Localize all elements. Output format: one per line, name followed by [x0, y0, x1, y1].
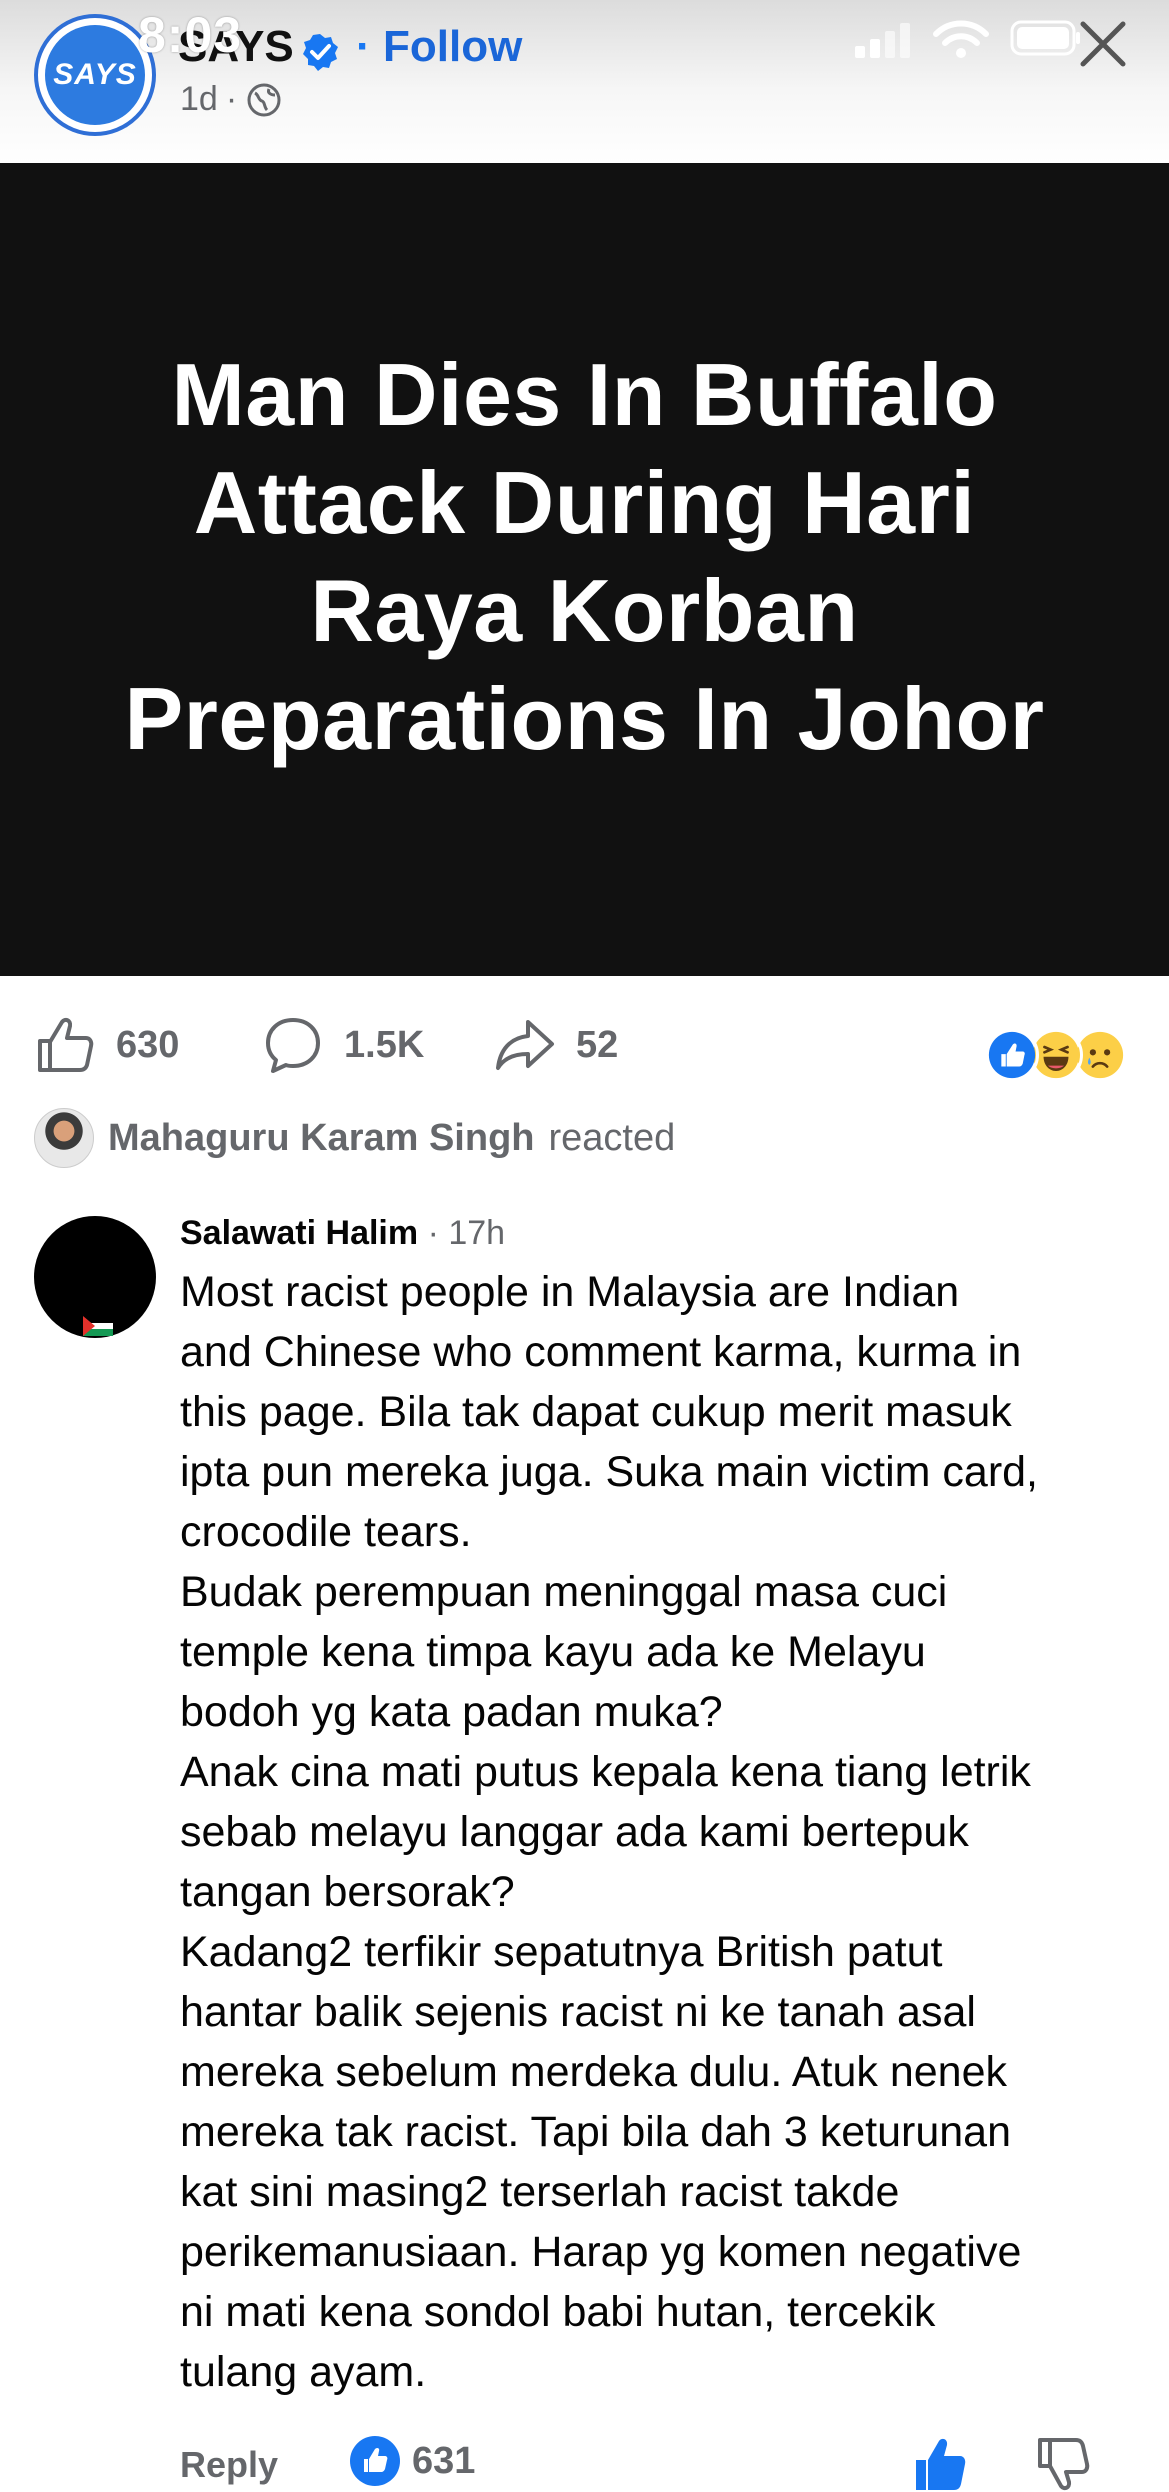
comment-line: mereka sebelum merdeka dulu. Atuk nenek [180, 2048, 1008, 2096]
comment-line: Kadang2 terfikir sepatutnya British patu… [180, 1928, 943, 1976]
post-age: 1d [180, 80, 218, 118]
comment-line: perikemanusiaan. Harap yg komen negative [180, 2228, 1022, 2276]
comment-line: Budak perempuan meninggal masa cuci [180, 1568, 948, 1616]
page-avatar-logo: SAYS [45, 25, 145, 125]
like-badge-icon [350, 2436, 400, 2486]
comment-like-count: 631 [412, 2439, 476, 2482]
comment-line: Anak cina mati putus kepala kena tiang l… [180, 1748, 1031, 1796]
reaction-summary[interactable] [985, 1028, 1135, 1082]
comment-line: ipta pun mereka juga. Suka main victim c… [180, 1448, 1039, 1496]
post-meta: 1d · [180, 80, 283, 119]
comment-footer: Reply 631 [180, 2436, 1140, 2492]
like-reaction-icon [985, 1028, 1039, 1082]
reactor-name: Mahaguru Karam Singh [108, 1116, 535, 1159]
post-header: SAYS SAYS 8:03 · Follow 1d · [0, 0, 1169, 163]
comment-like-icon[interactable] [912, 2436, 968, 2492]
comment-action[interactable]: 1.5K [262, 1014, 424, 1076]
comment-icon [266, 1018, 320, 1073]
comment-line: bodoh yg kata padan muka? [180, 1688, 723, 1736]
verified-icon [303, 34, 338, 71]
reactor-avatar [34, 1108, 94, 1168]
post-headline: Man Dies In Buffalo Attack During Hari R… [124, 345, 1045, 768]
post-image[interactable]: Man Dies In Buffalo Attack During Hari R… [0, 163, 1169, 976]
comment-line: tulang ayam. [180, 2348, 427, 2396]
follow-separator: · [356, 22, 371, 71]
comment-line: Most racist people in Malaysia are India… [180, 1268, 960, 1316]
globe-icon [247, 83, 281, 116]
follow-button[interactable]: Follow [383, 22, 522, 72]
comment-line: sebab melayu langgar ada kami bertepuk [180, 1808, 969, 1856]
reacted-label: reacted [548, 1116, 676, 1159]
comment-text: Most racist people in Malaysia are India… [180, 1262, 1140, 2402]
comment-line: ni mati kena sondol babi hutan, tercekik [180, 2288, 936, 2336]
post-action-bar: 630 1.5K 52 [0, 976, 1169, 1106]
comment-count: 1.5K [344, 1023, 425, 1066]
share-count: 52 [576, 1023, 619, 1066]
commenter-name[interactable]: Salawati Halim [180, 1214, 418, 1252]
battery-icon [1010, 20, 1080, 56]
comment-line: tangan bersorak? [180, 1868, 515, 1916]
status-bar-time: 8:03 [138, 7, 243, 63]
close-icon[interactable] [1073, 14, 1133, 74]
comment-header: Salawati Halim · 17h [180, 1214, 505, 1253]
comment-line: and Chinese who comment karma, kurma in [180, 1328, 1022, 1376]
flag-icon [83, 1316, 113, 1336]
friend-reacted-row[interactable]: Mahaguru Karam Singh reacted [34, 1107, 675, 1169]
comment-line: hantar balik sejenis racist ni ke tanah … [180, 1988, 976, 2036]
comment-line: mereka tak racist. Tapi bila dah 3 ketur… [180, 2108, 1012, 2156]
thumbs-up-icon [364, 2447, 388, 2472]
reply-button[interactable]: Reply [180, 2444, 278, 2486]
share-action[interactable]: 52 [494, 1014, 618, 1076]
wifi-icon [933, 20, 989, 58]
comment-line: kat sini masing2 terserlah racist takde [180, 2168, 900, 2216]
share-icon [496, 1020, 554, 1070]
comment-like-summary[interactable]: 631 [350, 2436, 475, 2486]
like-count: 630 [116, 1023, 180, 1066]
meta-separator: · [225, 80, 238, 118]
comment-dislike-icon[interactable] [1036, 2436, 1092, 2492]
comment-time: · 17h [427, 1214, 506, 1252]
comment-line: crocodile tears. [180, 1508, 472, 1556]
thumbs-up-icon [38, 1017, 94, 1072]
comment-line: this page. Bila tak dapat cukup merit ma… [180, 1388, 1012, 1436]
signal-icon [855, 23, 910, 58]
comment-line: temple kena timpa kayu ada ke Melayu [180, 1628, 926, 1676]
like-action[interactable]: 630 [34, 1014, 179, 1076]
